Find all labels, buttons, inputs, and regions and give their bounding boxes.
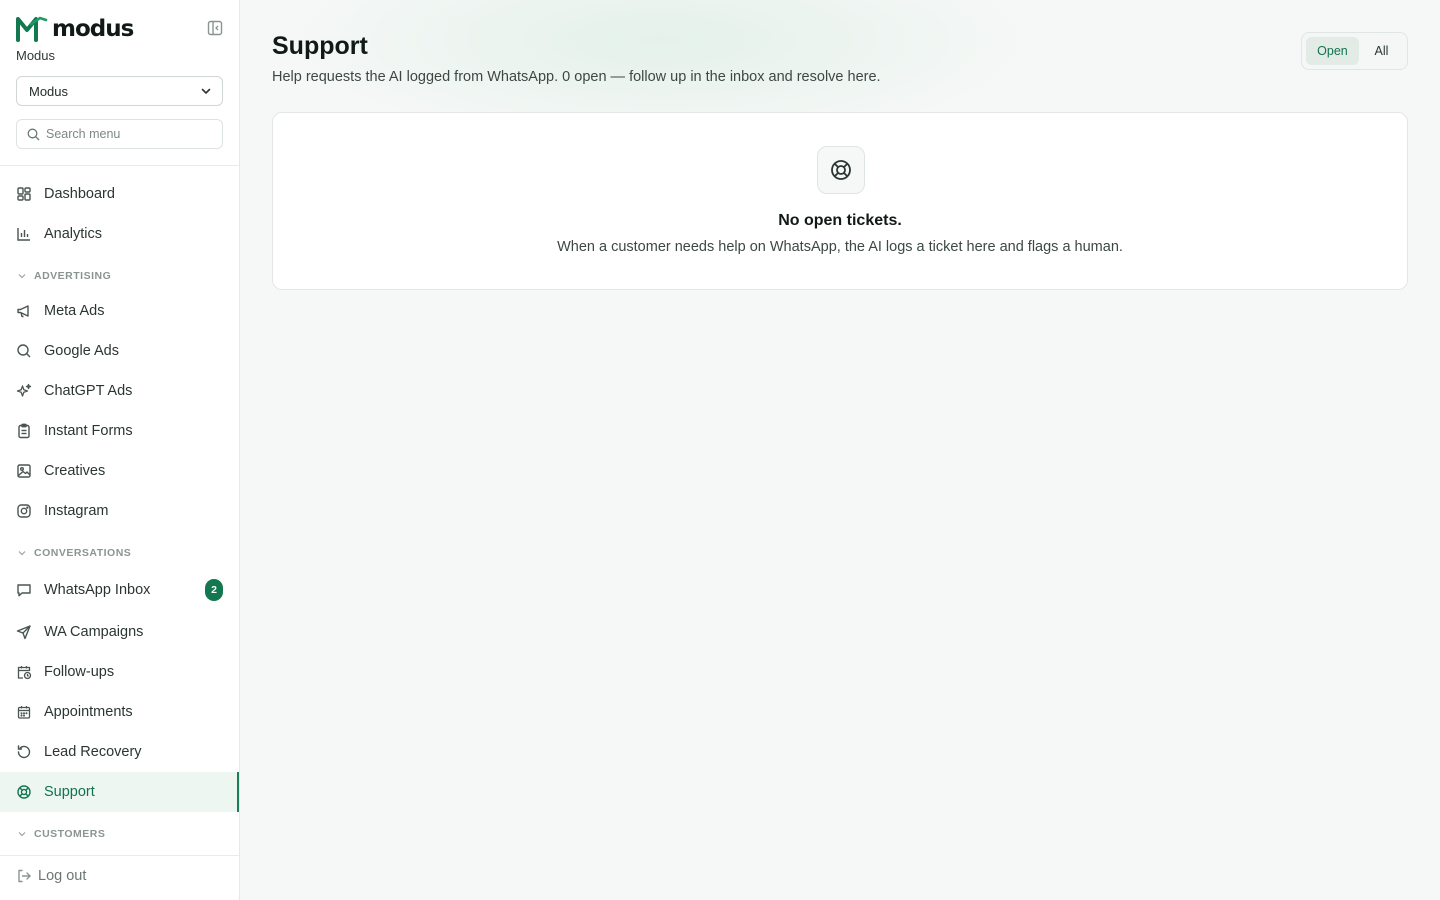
chevron-down-icon <box>200 85 212 97</box>
sidebar-divider <box>0 855 239 856</box>
sparkles-icon <box>16 383 32 399</box>
bar-chart-icon <box>16 226 32 242</box>
brand-wordmark: modus <box>52 16 134 42</box>
section-advertising[interactable]: ADVERTISING <box>16 270 111 282</box>
unread-count-badge: 2 <box>205 579 223 601</box>
sidebar-item-label: Instagram <box>44 503 109 519</box>
status-filter-toggle: Open All <box>1301 32 1408 70</box>
section-customers[interactable]: CUSTOMERS <box>16 828 105 840</box>
section-conversations[interactable]: CONVERSATIONS <box>16 547 131 559</box>
sidebar-item-label: Instant Forms <box>44 423 133 439</box>
section-label: CONVERSATIONS <box>34 547 132 559</box>
sidebar: modus Modus Modus Dashboard <box>0 0 240 900</box>
empty-state-description: When a customer needs help on WhatsApp, … <box>557 239 1123 255</box>
page-title: Support <box>272 32 368 60</box>
sidebar-item-dashboard[interactable]: Dashboard <box>0 174 239 214</box>
section-label: ADVERTISING <box>34 270 112 282</box>
sidebar-item-whatsapp-inbox[interactable]: WhatsApp Inbox 2 <box>0 570 239 610</box>
sidebar-item-label: Creatives <box>44 463 106 479</box>
org-name: Modus <box>16 48 56 63</box>
sidebar-divider <box>0 165 239 166</box>
search-input[interactable] <box>46 127 212 141</box>
sidebar-item-support[interactable]: Support <box>0 772 239 812</box>
sidebar-item-lead-recovery[interactable]: Lead Recovery <box>0 732 239 772</box>
clipboard-icon <box>16 423 32 439</box>
sidebar-item-google-ads[interactable]: Google Ads <box>0 331 239 371</box>
filter-open-button[interactable]: Open <box>1306 37 1359 65</box>
sidebar-item-appointments[interactable]: Appointments <box>0 692 239 732</box>
chevron-down-icon <box>16 270 28 282</box>
dashboard-icon <box>16 186 32 202</box>
sidebar-item-label: Google Ads <box>44 343 119 359</box>
section-label: CUSTOMERS <box>34 828 106 840</box>
modus-logo-icon <box>16 16 50 42</box>
sidebar-item-label: Analytics <box>44 226 103 242</box>
sidebar-item-instant-forms[interactable]: Instant Forms <box>0 411 239 451</box>
collapse-sidebar-icon[interactable] <box>207 20 223 36</box>
sidebar-item-follow-ups[interactable]: Follow-ups <box>0 652 239 692</box>
message-square-icon <box>16 582 32 598</box>
empty-state-card: No open tickets. When a customer needs h… <box>272 112 1408 290</box>
sidebar-item-analytics[interactable]: Analytics <box>0 214 239 254</box>
sidebar-item-label: WhatsApp Inbox <box>44 582 151 598</box>
page-subtitle: Help requests the AI logged from WhatsAp… <box>272 69 881 85</box>
life-buoy-icon <box>817 146 865 194</box>
sidebar-item-label: ChatGPT Ads <box>44 383 133 399</box>
org-select-value: Modus <box>29 83 69 99</box>
search-icon <box>16 343 32 359</box>
sidebar-item-creatives[interactable]: Creatives <box>0 451 239 491</box>
log-out-icon <box>16 868 32 884</box>
logout-button[interactable]: Log out <box>16 868 86 884</box>
search-icon <box>27 128 40 141</box>
rotate-ccw-icon <box>16 744 32 760</box>
sidebar-item-meta-ads[interactable]: Meta Ads <box>0 291 239 331</box>
calendar-clock-icon <box>16 664 32 680</box>
sidebar-item-wa-campaigns[interactable]: WA Campaigns <box>0 612 239 652</box>
sidebar-item-label: Follow-ups <box>44 664 115 680</box>
empty-state-title: No open tickets. <box>778 212 902 229</box>
brand-logo[interactable]: modus <box>16 16 134 42</box>
logout-label: Log out <box>38 868 87 884</box>
chevron-down-icon <box>16 547 28 559</box>
send-icon <box>16 624 32 640</box>
chevron-down-icon <box>16 828 28 840</box>
sidebar-item-label: Meta Ads <box>44 303 105 319</box>
image-icon <box>16 463 32 479</box>
search-box[interactable] <box>16 119 223 149</box>
sidebar-item-chatgpt-ads[interactable]: ChatGPT Ads <box>0 371 239 411</box>
sidebar-item-label: Support <box>44 784 95 800</box>
life-buoy-icon <box>16 784 32 800</box>
instagram-icon <box>16 503 32 519</box>
sidebar-item-instagram[interactable]: Instagram <box>0 491 239 531</box>
megaphone-icon <box>16 303 32 319</box>
org-select[interactable]: Modus <box>16 76 223 106</box>
calendar-icon <box>16 704 32 720</box>
sidebar-item-label: Lead Recovery <box>44 744 142 760</box>
filter-all-button[interactable]: All <box>1360 37 1403 65</box>
sidebar-item-label: WA Campaigns <box>44 624 144 640</box>
sidebar-item-label: Dashboard <box>44 186 115 202</box>
sidebar-item-label: Appointments <box>44 704 133 720</box>
